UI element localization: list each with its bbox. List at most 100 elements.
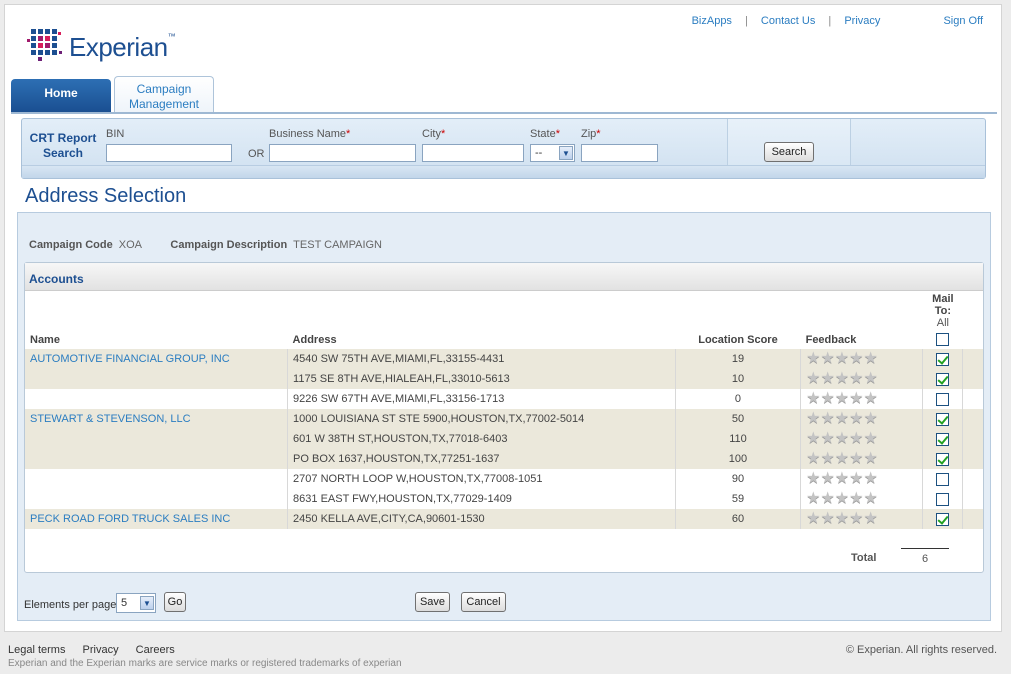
location-score-cell: 110 xyxy=(674,429,801,449)
star-icon: ★ xyxy=(834,410,850,427)
table-row: PO BOX 1637,HOUSTON,TX,77251-1637 100 ★★★★… xyxy=(25,449,983,469)
star-icon: ★ xyxy=(820,450,835,467)
feedback-cell: ★★★★★ xyxy=(800,369,923,389)
address-cell: 9226 SW 67TH AVE,MIAMI,FL,33156-1713 xyxy=(287,389,676,409)
campaign-code-label: Campaign Code xyxy=(29,239,113,251)
location-score-cell: 0 xyxy=(674,389,801,409)
table-row: PECK ROAD FORD TRUCK SALES INC 2450 KELLA… xyxy=(25,509,983,529)
or-label: OR xyxy=(248,148,265,160)
location-score-cell: 100 xyxy=(674,449,801,469)
feedback-stars[interactable]: ★★★★★ xyxy=(806,411,878,427)
star-icon: ★ xyxy=(820,510,835,527)
star-icon: ★ xyxy=(849,350,864,367)
page-title: Address Selection xyxy=(25,185,187,207)
feedback-stars[interactable]: ★★★★★ xyxy=(806,391,878,407)
star-icon: ★ xyxy=(863,470,878,487)
feedback-stars[interactable]: ★★★★★ xyxy=(806,451,878,467)
search-button[interactable]: Search xyxy=(764,142,814,162)
star-icon: ★ xyxy=(849,430,864,447)
city-label: City* xyxy=(422,128,446,140)
accounts-header: Accounts xyxy=(25,263,983,291)
star-icon: ★ xyxy=(849,490,864,507)
star-icon: ★ xyxy=(820,490,835,507)
go-button[interactable]: Go xyxy=(164,592,186,612)
account-name-link[interactable]: AUTOMOTIVE FINANCIAL GROUP, INC xyxy=(30,353,230,365)
feedback-cell: ★★★★★ xyxy=(800,469,923,489)
mail-to-checkbox[interactable] xyxy=(936,432,950,446)
privacy-link[interactable]: Privacy xyxy=(844,15,880,27)
mail-to-checkbox[interactable] xyxy=(936,392,950,406)
city-input[interactable] xyxy=(422,144,524,162)
tab-campaign-management[interactable]: Campaign Management xyxy=(114,76,214,113)
address-cell: PO BOX 1637,HOUSTON,TX,77251-1637 xyxy=(287,449,676,469)
legal-terms-link[interactable]: Legal terms xyxy=(8,644,65,656)
bin-input[interactable] xyxy=(106,144,232,162)
page-container: Experian™ BizApps | Contact Us | Privacy… xyxy=(4,4,1002,632)
mail-to-checkbox[interactable] xyxy=(936,372,950,386)
star-icon: ★ xyxy=(820,370,835,387)
elements-per-page-select[interactable]: 5 ▼ xyxy=(116,593,156,613)
accounts-box: Accounts Name Address Location Score Fee… xyxy=(24,262,984,573)
tab-home[interactable]: Home xyxy=(11,79,111,112)
star-icon: ★ xyxy=(849,390,864,407)
star-icon: ★ xyxy=(863,410,878,427)
mail-to-checkbox[interactable] xyxy=(936,492,950,506)
col-feedback: Feedback xyxy=(805,334,857,346)
mail-to-all-checkbox[interactable] xyxy=(936,333,950,346)
feedback-stars[interactable]: ★★★★★ xyxy=(806,431,878,447)
feedback-stars[interactable]: ★★★★★ xyxy=(806,351,878,367)
save-button[interactable]: Save xyxy=(415,592,450,612)
star-icon: ★ xyxy=(820,430,835,447)
elements-per-page-label: Elements per page xyxy=(24,599,117,611)
campaign-desc-label: Campaign Description xyxy=(170,239,288,251)
footer-links: Legal terms Privacy Careers xyxy=(8,644,189,656)
feedback-cell: ★★★★★ xyxy=(800,429,923,449)
footer-privacy-link[interactable]: Privacy xyxy=(83,644,119,656)
star-icon: ★ xyxy=(806,450,821,467)
star-icon: ★ xyxy=(834,430,850,447)
star-icon: ★ xyxy=(806,490,821,507)
location-score-cell: 50 xyxy=(674,409,801,429)
table-row: AUTOMOTIVE FINANCIAL GROUP, INC 4540 SW 7… xyxy=(25,349,983,369)
star-icon: ★ xyxy=(806,390,821,407)
experian-logo[interactable]: Experian™ xyxy=(27,27,177,71)
feedback-stars[interactable]: ★★★★★ xyxy=(806,371,878,387)
account-name-link[interactable]: PECK ROAD FORD TRUCK SALES INC xyxy=(30,513,230,525)
mail-to-checkbox[interactable] xyxy=(936,412,950,426)
account-name-link[interactable]: STEWART & STEVENSON, LLC xyxy=(30,413,191,425)
careers-link[interactable]: Careers xyxy=(136,644,175,656)
zip-input[interactable] xyxy=(581,144,658,162)
campaign-desc-value: TEST CAMPAIGN xyxy=(293,239,382,251)
mail-to-checkbox[interactable] xyxy=(936,472,950,486)
star-icon: ★ xyxy=(849,370,864,387)
search-title: CRT Report Search xyxy=(29,131,97,160)
state-select[interactable]: -- ▼ xyxy=(530,144,575,162)
campaign-info: Campaign Code XOA Campaign Description TES… xyxy=(29,239,382,251)
star-icon: ★ xyxy=(849,470,864,487)
mail-to-checkbox[interactable] xyxy=(936,452,950,466)
feedback-cell: ★★★★★ xyxy=(800,489,923,509)
feedback-stars[interactable]: ★★★★★ xyxy=(806,491,878,507)
star-icon: ★ xyxy=(806,510,821,527)
mail-to-checkbox[interactable] xyxy=(936,512,950,526)
contact-us-link[interactable]: Contact Us xyxy=(761,15,815,27)
cancel-button[interactable]: Cancel xyxy=(461,592,506,612)
chevron-down-icon: ▼ xyxy=(140,596,154,610)
col-address: Address xyxy=(292,334,337,346)
feedback-stars[interactable]: ★★★★★ xyxy=(806,511,878,527)
search-strip xyxy=(22,165,985,178)
col-location-score: Location Score xyxy=(698,334,778,346)
feedback-stars[interactable]: ★★★★★ xyxy=(806,471,878,487)
address-cell: 2707 NORTH LOOP W,HOUSTON,TX,77008-1051 xyxy=(287,469,676,489)
bizapps-link[interactable]: BizApps xyxy=(692,15,732,27)
address-cell: 601 W 38TH ST,HOUSTON,TX,77018-6403 xyxy=(287,429,676,449)
business-name-input[interactable] xyxy=(269,144,416,162)
address-cell: 4540 SW 75TH AVE,MIAMI,FL,33155-4431 xyxy=(287,349,676,369)
star-icon: ★ xyxy=(834,490,850,507)
sign-off-link[interactable]: Sign Off xyxy=(943,15,983,27)
star-icon: ★ xyxy=(849,510,864,527)
total-row: Total 6 xyxy=(25,547,983,569)
star-icon: ★ xyxy=(820,470,835,487)
mail-to-checkbox[interactable] xyxy=(936,352,950,366)
location-score-cell: 19 xyxy=(674,349,801,369)
